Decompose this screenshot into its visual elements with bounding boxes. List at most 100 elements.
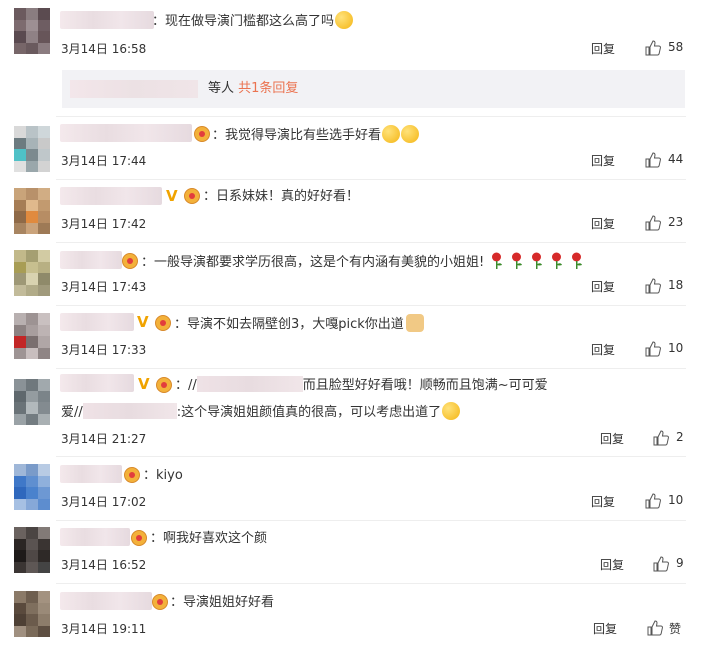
reply-button[interactable]: 回复	[591, 278, 615, 295]
comment-text: ：kiyo	[143, 468, 183, 483]
avatar[interactable]	[14, 313, 50, 359]
username-blurred[interactable]	[60, 187, 162, 205]
thumbs-up-icon[interactable]	[645, 215, 661, 231]
like-label[interactable]: 赞	[669, 620, 681, 637]
avatar[interactable]	[14, 188, 50, 234]
comment-item: V ：//而且脸型好好看哦！顺畅而且饱满~可可爱 爱//:这个导演姐姐颜值真的很…	[0, 371, 704, 459]
comment-item: ：kiyo 3月14日 17:02 回复 10	[0, 459, 704, 521]
reply-button[interactable]: 回复	[591, 493, 615, 510]
member-badge-icon	[131, 530, 147, 546]
member-badge-icon	[184, 188, 200, 204]
divider	[56, 368, 686, 369]
comment-text: ：//而且脸型好好看哦！顺畅而且饱满~可可爱	[175, 376, 548, 393]
comment-time: 3月14日 19:11	[61, 622, 147, 636]
comment-item: ：导演姐姐好好看 3月14日 19:11 回复 赞	[0, 586, 704, 645]
comment-item: ：啊我好喜欢这个颜 3月14日 16:52 回复 9	[0, 522, 704, 584]
rose-emoji-icon	[512, 252, 523, 269]
vip-v-icon: V	[138, 375, 150, 393]
comment-time: 3月14日 21:27	[61, 432, 147, 446]
divider	[56, 242, 686, 243]
member-badge-icon	[155, 315, 171, 331]
like-count: 44	[668, 152, 684, 166]
laugh-cry-emoji-icon	[442, 402, 461, 420]
rose-emoji-icon	[572, 252, 583, 269]
comment-time: 3月14日 17:33	[61, 343, 147, 357]
avatar[interactable]	[14, 250, 50, 296]
reply-button[interactable]: 回复	[600, 430, 624, 447]
divider	[56, 305, 686, 306]
avatar[interactable]	[14, 126, 50, 172]
avatar[interactable]	[14, 8, 50, 54]
username-blurred[interactable]	[60, 592, 152, 610]
thumbs-up-icon[interactable]	[645, 341, 661, 357]
vip-v-icon: V	[137, 313, 149, 331]
comment-time: 3月14日 17:44	[61, 154, 147, 168]
comment-item: ：一般导演都要求学历很高，这是个有内涵有美貌的小姐姐! 3月14日 17:43 …	[0, 245, 704, 307]
reply-button[interactable]: 回复	[591, 341, 615, 358]
comment-text: ：日系妹妹！真的好好看！	[203, 189, 360, 204]
thumbs-up-icon[interactable]	[645, 40, 661, 56]
avatar[interactable]	[14, 527, 50, 573]
vip-v-icon: V	[166, 187, 178, 205]
divider	[56, 179, 686, 180]
sub-replies-box: 等人 共1条回复	[62, 70, 685, 108]
username-blurred[interactable]	[60, 251, 122, 269]
divider	[56, 583, 686, 584]
avatar[interactable]	[14, 591, 50, 637]
comment-text: ：现在做导演门槛都这么高了吗	[152, 11, 354, 31]
like-count: 23	[668, 215, 684, 229]
comment-time: 3月14日 17:43	[61, 280, 147, 294]
divider	[56, 116, 686, 117]
reply-button[interactable]: 回复	[593, 620, 617, 637]
reply-button[interactable]: 回复	[591, 215, 615, 232]
username-blurred[interactable]	[60, 11, 154, 29]
comment-item: V ：日系妹妹！真的好好看！ 3月14日 17:42 回复 23	[0, 182, 704, 244]
comment-time: 3月14日 16:52	[61, 558, 147, 572]
comment-text: ：导演不如去隔壁创3，大嘎pick你出道	[174, 314, 424, 334]
thumbs-up-icon[interactable]	[647, 620, 663, 636]
username-blurred[interactable]	[60, 313, 134, 331]
divider	[56, 456, 686, 457]
comment-time: 3月14日 17:42	[61, 217, 147, 231]
comment-text: ：导演姐姐好好看	[170, 595, 275, 610]
like-count: 10	[668, 493, 684, 507]
username-blurred[interactable]	[60, 465, 122, 483]
thumbs-up-icon[interactable]	[645, 278, 661, 294]
divider	[56, 520, 686, 521]
reply-button[interactable]: 回复	[591, 40, 615, 57]
member-badge-icon	[194, 126, 210, 142]
mention-blurred[interactable]	[82, 403, 177, 419]
laugh-cry-emoji-icon	[335, 11, 354, 29]
comment-item: ：现在做导演门槛都这么高了吗 3月14日 16:58 回复 58 等人 共1条回…	[0, 0, 704, 110]
like-count: 9	[676, 556, 684, 570]
rose-emoji-icon	[552, 252, 563, 269]
like-count: 10	[668, 341, 684, 355]
comment-text-line2: 爱//:这个导演姐姐颜值真的很高，可以考虑出道了	[61, 402, 461, 422]
avatar[interactable]	[14, 464, 50, 510]
laugh-cry-emoji-icon	[401, 125, 420, 143]
thumbs-up-icon[interactable]	[653, 430, 669, 446]
thumbs-up-icon[interactable]	[645, 152, 661, 168]
rose-emoji-icon	[532, 252, 543, 269]
comment-text: ：一般导演都要求学历很高，这是个有内涵有美貌的小姐姐!	[141, 252, 584, 272]
username-blurred[interactable]	[60, 528, 130, 546]
comment-item: V ：导演不如去隔壁创3，大嘎pick你出道 3月14日 17:33 回复 10	[0, 308, 704, 370]
doge-emoji-icon	[405, 314, 424, 332]
reply-button[interactable]: 回复	[591, 152, 615, 169]
avatar[interactable]	[14, 379, 50, 425]
username-blurred[interactable]	[60, 124, 192, 142]
like-count: 18	[668, 278, 684, 292]
like-count: 2	[676, 430, 684, 444]
sub-replies-summary: 等人 共1条回复	[208, 81, 299, 96]
sub-reply-users-blurred	[70, 80, 198, 98]
thumbs-up-icon[interactable]	[645, 493, 661, 509]
mention-blurred[interactable]	[196, 376, 303, 392]
sub-replies-link[interactable]: 共1条回复	[238, 81, 298, 96]
member-badge-icon	[122, 253, 138, 269]
member-badge-icon	[152, 594, 168, 610]
username-blurred[interactable]	[60, 374, 134, 392]
reply-button[interactable]: 回复	[600, 556, 624, 573]
thumbs-up-icon[interactable]	[653, 556, 669, 572]
comment-text: ：啊我好喜欢这个颜	[150, 531, 268, 546]
member-badge-icon	[124, 467, 140, 483]
